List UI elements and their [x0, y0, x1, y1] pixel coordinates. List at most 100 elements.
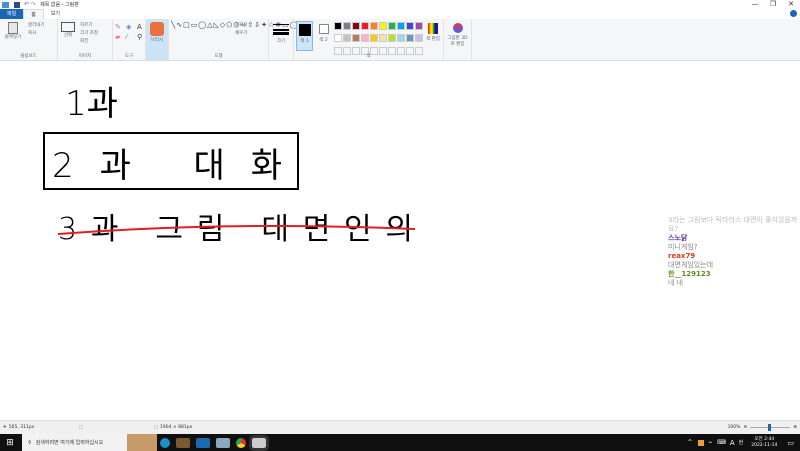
- palette-swatch[interactable]: [361, 22, 369, 30]
- resize-button[interactable]: 크기 조정: [80, 30, 98, 36]
- text-icon[interactable]: A: [137, 23, 146, 31]
- select-button[interactable]: 선택: [61, 22, 75, 38]
- tray-app-icon[interactable]: [697, 439, 704, 446]
- palette-swatch[interactable]: [406, 22, 414, 30]
- handwriting-line2: 2과 대화: [52, 146, 282, 186]
- cut-button[interactable]: 잘라내기: [28, 22, 45, 28]
- palette-swatch[interactable]: [397, 34, 405, 43]
- size-button[interactable]: 크기: [269, 19, 294, 60]
- crop-button[interactable]: 자르기: [80, 22, 92, 28]
- color1-button[interactable]: 색 1: [296, 21, 313, 51]
- color2-swatch: [318, 24, 329, 34]
- copy-button[interactable]: 복사: [28, 30, 36, 36]
- edge-icon[interactable]: [160, 437, 170, 448]
- palette-swatch[interactable]: [343, 22, 351, 30]
- search-icon: ⚲: [28, 439, 32, 446]
- selection-icon: ⬚: [78, 425, 84, 430]
- palette-swatch[interactable]: [388, 22, 396, 30]
- keyboard-icon[interactable]: ⌨: [717, 439, 726, 446]
- magnifier-icon[interactable]: ⚲: [137, 33, 146, 41]
- save-icon[interactable]: [14, 1, 20, 8]
- palette-swatch[interactable]: [415, 34, 423, 43]
- tab-file[interactable]: 파일: [0, 9, 24, 19]
- windows-start-icon[interactable]: ⊞: [0, 438, 20, 448]
- paint3d-icon: [452, 23, 463, 33]
- chat-message: 네 네: [668, 279, 684, 287]
- tools-group: ✎ ◈ A ▰ ⁄ ⚲ 도구: [113, 19, 146, 60]
- palette-swatch[interactable]: [415, 22, 423, 30]
- tab-home[interactable]: 홈: [23, 9, 44, 19]
- color-picker-icon[interactable]: ⁄: [126, 33, 135, 41]
- tray-chevron-icon[interactable]: ^: [687, 439, 692, 446]
- outline-button[interactable]: 윤곽선: [235, 22, 247, 28]
- zoom-slider[interactable]: [750, 424, 791, 431]
- paint-taskbar-icon[interactable]: [249, 434, 269, 451]
- zoom-level: 100%: [727, 425, 741, 430]
- palette-swatch[interactable]: [334, 22, 342, 30]
- status-bar: ✛ 565, 311px ⬚ ⬚ 1904 × 881px 100% ⊖ ⊕: [0, 420, 800, 434]
- minecraft-icon[interactable]: [176, 437, 190, 448]
- palette-swatch[interactable]: [343, 34, 351, 43]
- zoom-in-button[interactable]: ⊕: [793, 425, 797, 430]
- palette-swatch[interactable]: [388, 34, 396, 43]
- rainbow-icon: [428, 23, 438, 34]
- cursor-position-icon: ✛: [3, 425, 7, 430]
- colors-label: 색: [366, 54, 371, 59]
- palette-swatch[interactable]: [397, 22, 405, 30]
- palette-swatch[interactable]: [406, 34, 414, 43]
- network-icon[interactable]: ⌁: [709, 439, 713, 446]
- chat-message: 대면게임있는데: [668, 261, 714, 269]
- palette-swatch[interactable]: [370, 34, 378, 43]
- clock[interactable]: 오전 2:44 2022-11-14: [751, 437, 777, 449]
- notification-icon[interactable]: ▭: [787, 439, 794, 447]
- search-highlight-image: [127, 434, 157, 451]
- palette-swatch[interactable]: [334, 34, 342, 43]
- undo-icon[interactable]: ↶: [24, 1, 29, 8]
- shapes-label: 도형: [214, 54, 223, 59]
- fill-button[interactable]: 채우기: [235, 30, 247, 36]
- maximize-button[interactable]: ❐: [764, 0, 782, 8]
- minimize-button[interactable]: —: [746, 0, 764, 8]
- taskbar: ⊞ ⚲ 검색하려면 여기에 입력하십시오 ^ ⌁ ⌨ A 한 오전 2:44 2…: [0, 434, 800, 451]
- redo-icon[interactable]: ↷: [31, 1, 36, 8]
- pencil-icon[interactable]: ✎: [115, 23, 124, 31]
- palette-swatch[interactable]: [379, 34, 387, 43]
- handwriting-line1: 1과: [65, 84, 118, 124]
- chat-username: 한__129123: [668, 270, 711, 278]
- chat-message: 미니게임?: [668, 243, 698, 251]
- color1-swatch: [298, 24, 311, 36]
- tab-view[interactable]: 보기: [44, 9, 67, 19]
- palette-swatch[interactable]: [379, 22, 387, 30]
- paint3d-button[interactable]: 그림판 3D로 편집: [444, 19, 472, 60]
- search-placeholder: 검색하려면 여기에 입력하십시오: [35, 440, 104, 446]
- close-button[interactable]: ✕: [782, 0, 800, 8]
- ribbon: 붙여넣기 잘라내기 복사 클립보드 선택 자르기 크기 조정 회전 이미지 ✎ …: [0, 19, 800, 61]
- taskbar-search[interactable]: ⚲ 검색하려면 여기에 입력하십시오: [22, 434, 127, 451]
- palette-swatch[interactable]: [361, 34, 369, 43]
- paste-button[interactable]: 붙여넣기: [3, 22, 23, 40]
- fill-icon[interactable]: ◈: [126, 23, 135, 31]
- vs-icon[interactable]: [196, 437, 210, 448]
- chat-overlay: 3라는 그림보다 릭타러스 대면이 좋지않을까요? 스노닭 미니게임? reax…: [668, 216, 800, 288]
- help-icon[interactable]: [790, 10, 797, 17]
- window-title: 제목 없음 - 그림판: [40, 2, 79, 8]
- palette-swatch[interactable]: [352, 22, 360, 30]
- ribbon-tabs: 파일 홈 보기: [0, 9, 800, 19]
- notepad-icon[interactable]: [216, 437, 230, 448]
- image-label: 이미지: [78, 54, 92, 59]
- select-rect-icon: [61, 22, 75, 32]
- clipboard-label: 클립보드: [20, 54, 37, 59]
- ime-mode[interactable]: A: [730, 439, 735, 447]
- brush-button[interactable]: 브러시: [146, 19, 169, 60]
- eraser-icon[interactable]: ▰: [115, 33, 124, 41]
- chrome-icon[interactable]: [236, 437, 246, 448]
- language-indicator[interactable]: 한: [739, 439, 744, 446]
- line-size-icon: [273, 24, 289, 35]
- shapes-gallery[interactable]: ╲∿□▭◯△◺◇⬠⬡⇨⇧⇩✦☆✡▭◯: [171, 21, 298, 29]
- rotate-button[interactable]: 회전: [80, 38, 88, 44]
- chat-message: 3라는 그림보다 릭타러스 대면이 좋지않을까요?: [668, 216, 798, 233]
- palette-swatch[interactable]: [352, 34, 360, 43]
- image-size-icon: ⬚: [153, 425, 159, 430]
- palette-swatch[interactable]: [370, 22, 378, 30]
- zoom-out-button[interactable]: ⊖: [743, 425, 747, 430]
